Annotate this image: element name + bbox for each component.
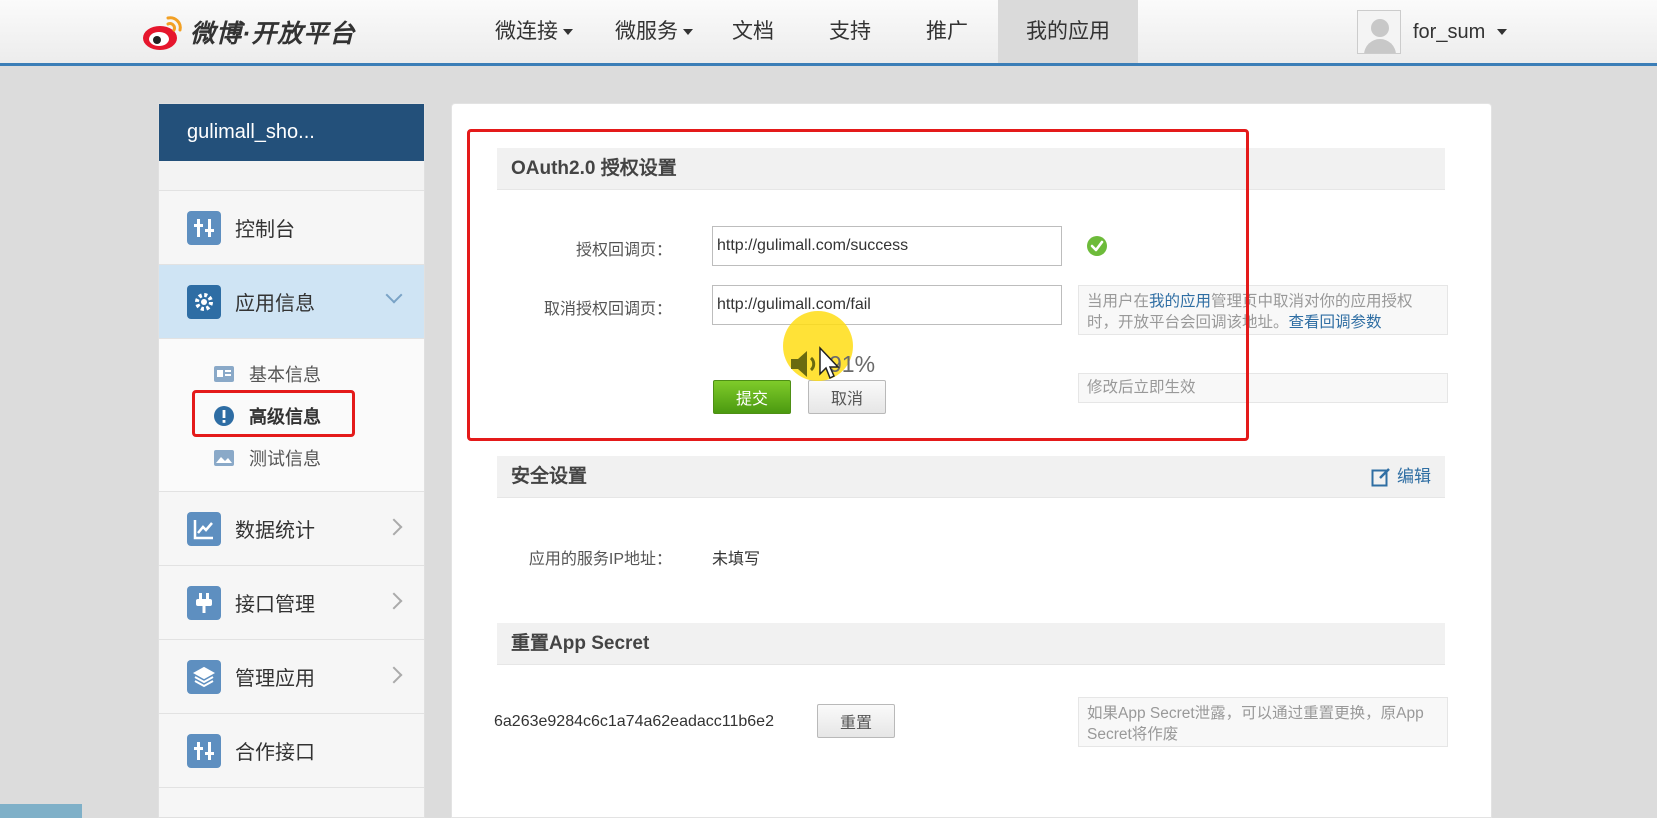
chevron-down-icon <box>683 29 693 36</box>
check-circle-icon <box>1087 236 1107 256</box>
weibo-logo-icon <box>143 16 182 50</box>
nav-label: 我的应用 <box>1026 20 1110 43</box>
sidebar-item-console[interactable]: 控制台 <box>159 191 424 265</box>
plug-icon <box>187 585 221 620</box>
main-panel: OAuth2.0 授权设置 授权回调页： 取消授权回调页： 当用户在我的应用管理… <box>451 103 1492 818</box>
cancel-callback-url-input[interactable] <box>712 285 1062 325</box>
console-icon <box>187 733 221 768</box>
nav-label: 支持 <box>829 20 871 43</box>
layers-icon <box>187 659 221 694</box>
nav-label: 推广 <box>926 20 968 43</box>
nav-docs[interactable]: 文档 <box>722 0 784 63</box>
security-section-title: 安全设置 编辑 <box>497 456 1445 498</box>
sidebar-item-data-stats[interactable]: 数据统计 <box>159 492 424 566</box>
callback-label: 授权回调页： <box>575 242 672 259</box>
ip-label: 应用的服务IP地址： <box>528 551 672 568</box>
sidebar-item-label: 应用信息 <box>235 293 315 315</box>
chevron-right-icon <box>385 518 403 536</box>
my-apps-link[interactable]: 我的应用 <box>1149 293 1211 310</box>
sidebar-item-label: 合作接口 <box>235 742 315 764</box>
chevron-down-icon <box>1497 29 1508 35</box>
username: for_sum <box>1413 20 1486 43</box>
avatar <box>1357 10 1401 54</box>
console-icon <box>187 210 221 245</box>
top-navbar: 微博·开放平台 微连接 微服务 文档 支持 推广 我的应用 for_sum <box>0 0 1657 66</box>
sub-item-label: 高级信息 <box>249 407 321 427</box>
callback-url-input[interactable] <box>712 226 1062 266</box>
sidebar-item-partner-api[interactable]: 合作接口 <box>159 714 424 788</box>
chevron-down-icon <box>385 286 403 304</box>
cancel-button[interactable]: 取消 <box>808 380 886 414</box>
view-callback-params-link[interactable]: 查看回调参数 <box>1289 314 1382 331</box>
sidebar-item-label: 数据统计 <box>235 520 315 542</box>
section-title-text: 安全设置 <box>511 466 588 487</box>
logo-text: 微博·开放平台 <box>190 20 356 48</box>
sidebar-subitem-test-info[interactable]: 测试信息 <box>159 437 424 479</box>
nav-support[interactable]: 支持 <box>819 0 881 63</box>
sidebar: gulimall_sho... 控制台 应用信息 基本信息 高级信息 测试信息 <box>158 103 425 818</box>
nav-label: 微服务 <box>615 20 678 43</box>
user-menu[interactable]: for_sum <box>1357 8 1508 56</box>
nav-promote[interactable]: 推广 <box>916 0 978 63</box>
background-fragment <box>0 804 82 818</box>
cancel-callback-label: 取消授权回调页： <box>543 301 672 318</box>
edit-label: 编辑 <box>1397 467 1431 486</box>
nav-my-apps[interactable]: 我的应用 <box>998 0 1138 63</box>
submit-button[interactable]: 提交 <box>713 380 791 414</box>
sidebar-item-manage-app[interactable]: 管理应用 <box>159 640 424 714</box>
sidebar-subitem-advanced-info[interactable]: 高级信息 <box>159 395 424 437</box>
nav-weiconnect[interactable]: 微连接 <box>484 0 584 63</box>
hint-text: 当用户在 <box>1087 293 1150 310</box>
secret-section-title: 重置App Secret <box>497 623 1445 665</box>
sidebar-item-app-info[interactable]: 应用信息 <box>159 265 424 339</box>
nav-label: 文档 <box>732 20 774 43</box>
exclamation-icon <box>214 406 234 426</box>
sidebar-item-label: 控制台 <box>235 219 295 241</box>
sidebar-item-label: 管理应用 <box>235 668 315 690</box>
effect-hint: 修改后立即生效 <box>1078 373 1448 403</box>
edit-icon <box>1371 468 1390 487</box>
gear-icon <box>187 284 221 319</box>
sub-menu: 基本信息 高级信息 测试信息 <box>159 339 424 492</box>
chevron-down-icon <box>563 29 573 36</box>
nav-label: 微连接 <box>495 20 558 43</box>
sidebar-item-label: 接口管理 <box>235 594 315 616</box>
chevron-right-icon <box>385 592 403 610</box>
weibo-logo[interactable]: 微博·开放平台 <box>142 10 355 54</box>
chart-icon <box>187 511 221 546</box>
picture-icon <box>214 450 234 466</box>
ip-value: 未填写 <box>712 551 761 568</box>
secret-hint: 如果App Secret泄露，可以通过重置更换，原App Secret将作废 <box>1078 697 1448 747</box>
sub-item-label: 基本信息 <box>249 365 321 385</box>
mouse-cursor-icon <box>819 346 840 380</box>
oauth-section-title: OAuth2.0 授权设置 <box>497 148 1445 190</box>
sidebar-item-api-management[interactable]: 接口管理 <box>159 566 424 640</box>
app-secret-value: 6a263e9284c6c1a74a62eadacc11b6e2 <box>494 713 774 730</box>
edit-link[interactable]: 编辑 <box>1371 456 1431 498</box>
app-name: gulimall_sho... <box>159 104 424 161</box>
section-title-text: OAuth2.0 授权设置 <box>511 158 677 179</box>
sub-item-label: 测试信息 <box>249 449 321 469</box>
nav-weiservice[interactable]: 微服务 <box>604 0 704 63</box>
section-title-text: 重置App Secret <box>511 633 650 654</box>
reset-secret-button[interactable]: 重置 <box>817 704 895 738</box>
id-card-icon <box>214 366 234 382</box>
cancel-callback-hint: 当用户在我的应用管理页中取消对你的应用授权时，开放平台会回调该地址。查看回调参数 <box>1078 285 1448 335</box>
sidebar-subitem-basic-info[interactable]: 基本信息 <box>159 353 424 395</box>
chevron-right-icon <box>385 666 403 684</box>
